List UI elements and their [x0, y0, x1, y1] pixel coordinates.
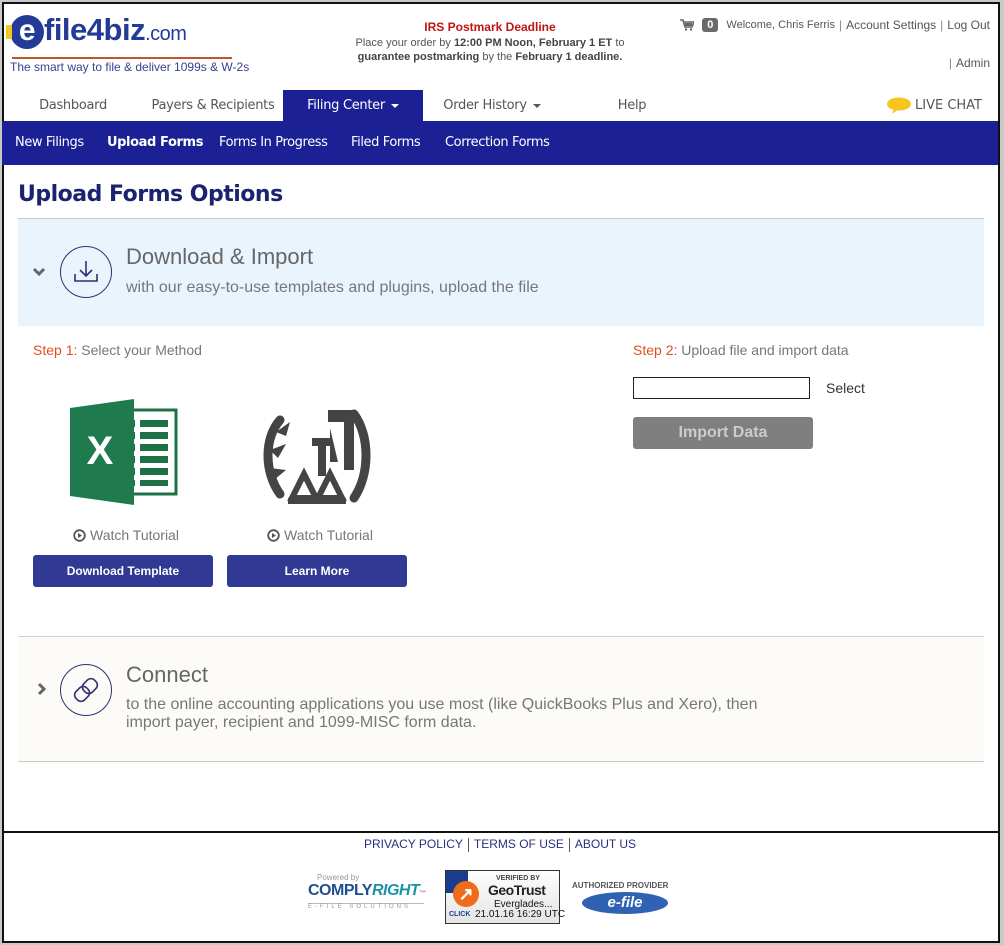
geotrust-seal[interactable]: ↗ VERIFIED BY GeoTrust Everglades... CLI…	[445, 870, 565, 924]
subnav-forms-in-progress[interactable]: Forms In Progress	[219, 121, 328, 165]
sub-nav: New Filings Upload Forms Forms In Progre…	[2, 121, 998, 165]
separator: |	[838, 18, 843, 32]
tab-dashboard[interactable]: Dashboard	[18, 90, 128, 121]
watch-tutorial-irs-link[interactable]: Watch Tutorial	[267, 527, 373, 543]
play-circle-icon	[73, 528, 86, 542]
separator: |	[940, 18, 944, 32]
caret-down-icon	[532, 103, 541, 108]
logo-tagline: The smart way to file & deliver 1099s & …	[10, 60, 250, 74]
subnav-upload-forms[interactable]: Upload Forms	[107, 121, 203, 165]
footer-links: PRIVACY POLICY TERMS OF USE ABOUT US	[0, 837, 1000, 852]
download-import-panel[interactable]: Download & Import with our easy-to-use t…	[18, 219, 984, 326]
download-icon	[60, 246, 112, 298]
download-import-title: Download & Import	[126, 244, 314, 269]
admin-row: | Admin	[945, 56, 990, 70]
tab-payers-recipients[interactable]: Payers & Recipients	[140, 90, 286, 121]
privacy-policy-link[interactable]: PRIVACY POLICY	[364, 837, 463, 851]
shopping-cart-icon[interactable]	[680, 19, 695, 31]
download-import-subtitle: with our easy-to-use templates and plugi…	[126, 279, 539, 296]
link-icon	[60, 664, 112, 716]
welcome-text: Welcome, Chris Ferris	[726, 19, 835, 31]
separator	[568, 837, 570, 852]
logo-e-icon: e	[6, 15, 44, 49]
chevron-down-icon[interactable]	[32, 265, 46, 279]
tab-help[interactable]: Help	[592, 90, 672, 121]
learn-more-button[interactable]: Learn More	[227, 555, 407, 587]
svg-text:X: X	[87, 429, 114, 473]
logo-wordmark: e file4biz.com	[6, 12, 187, 49]
admin-link[interactable]: Admin	[956, 56, 990, 70]
speech-bubble-icon	[887, 97, 911, 114]
log-out-link[interactable]: Log Out	[947, 18, 990, 32]
complyright-badge[interactable]: Powered by COMPLYRIGHT™ E-FILE SOLUTIONS	[308, 873, 426, 913]
import-data-button[interactable]: Import Data	[633, 417, 813, 449]
efile4biz-logo[interactable]: e file4biz.com The smart way to file & de…	[6, 12, 249, 76]
tab-filing-center[interactable]: Filing Center	[283, 90, 423, 121]
watch-tutorial-excel-link[interactable]: Watch Tutorial	[73, 527, 179, 543]
irs-efile-logo: e-file	[582, 892, 668, 914]
tab-order-history[interactable]: Order History	[432, 90, 552, 121]
irs-efile-badge[interactable]: AUTHORIZED PROVIDER e-file	[572, 881, 678, 917]
account-settings-link[interactable]: Account Settings	[846, 18, 936, 32]
terms-of-use-link[interactable]: TERMS OF USE	[474, 837, 564, 851]
live-chat-button[interactable]: LIVE CHAT	[886, 90, 982, 121]
excel-icon[interactable]: X	[68, 398, 178, 506]
file-path-input[interactable]	[633, 377, 810, 399]
caret-down-icon	[390, 103, 399, 108]
select-file-button[interactable]: Select	[826, 380, 865, 396]
geotrust-arrow-icon: ↗	[453, 881, 479, 907]
irs-eagle-icon[interactable]	[258, 402, 376, 506]
user-bar: 0 Welcome, Chris Ferris | Account Settin…	[680, 18, 990, 32]
play-circle-icon	[267, 528, 280, 542]
main-nav: Dashboard Payers & Recipients Filing Cen…	[2, 90, 998, 121]
subnav-new-filings[interactable]: New Filings	[15, 121, 84, 165]
connect-panel[interactable]: Connect to the online accounting applica…	[18, 636, 984, 762]
cart-count-badge[interactable]: 0	[702, 18, 719, 32]
deadline-title: IRS Postmark Deadline	[424, 20, 556, 34]
logo-underline	[12, 57, 232, 59]
separator	[467, 837, 469, 852]
deadline-text: Place your order by 12:00 PM Noon, Febru…	[355, 37, 625, 63]
download-template-button[interactable]: Download Template	[33, 555, 213, 587]
page-title: Upload Forms Options	[18, 182, 283, 207]
step1-label: Step 1: Select your Method	[33, 342, 202, 358]
step2-label: Step 2: Upload file and import data	[633, 342, 849, 358]
connect-subtitle: to the online accounting applications yo…	[126, 696, 758, 731]
about-us-link[interactable]: ABOUT US	[575, 837, 636, 851]
footer-divider	[2, 831, 998, 833]
connect-title: Connect	[126, 662, 208, 687]
chevron-right-icon[interactable]	[35, 682, 49, 696]
subnav-filed-forms[interactable]: Filed Forms	[351, 121, 421, 165]
separator: |	[948, 56, 952, 70]
postmark-deadline-notice: IRS Postmark Deadline Place your order b…	[340, 20, 640, 64]
subnav-correction-forms[interactable]: Correction Forms	[445, 121, 550, 165]
